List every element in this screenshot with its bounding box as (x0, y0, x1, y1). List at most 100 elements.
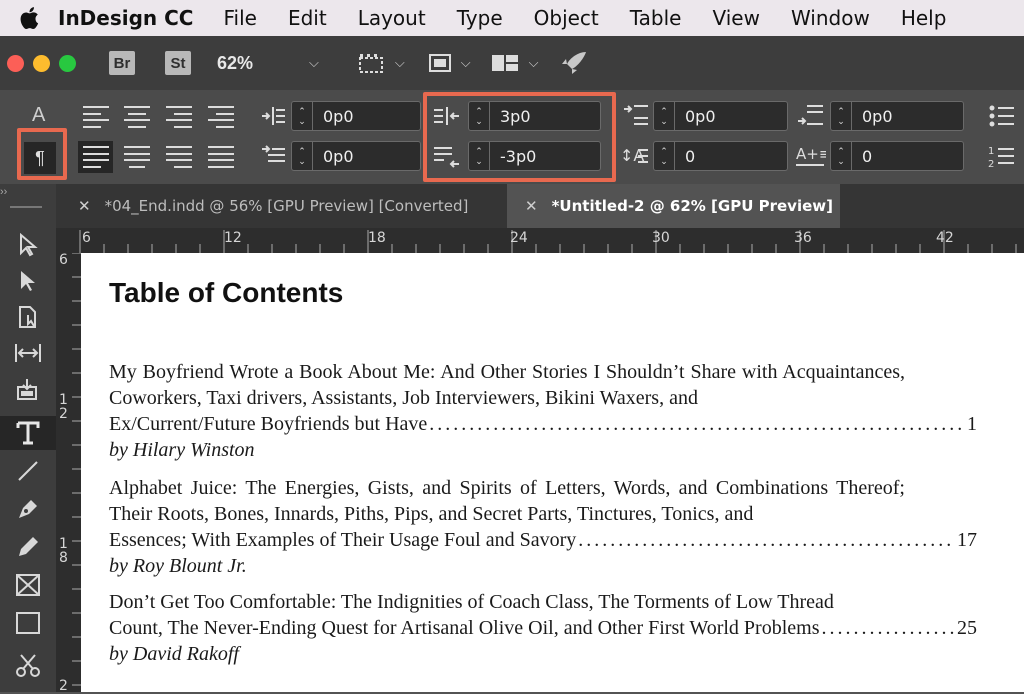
chevron-down-icon: ⌵ (528, 55, 539, 70)
ruler-mark: 6 (59, 252, 68, 268)
zoom-dropdown-icon[interactable]: ⌵ (309, 55, 319, 71)
document-page[interactable]: Table of Contents My Boyfriend Wrote a B… (81, 253, 1024, 692)
stepper-icon[interactable]: ⌃ ⌄ (831, 102, 852, 130)
content-collector-icon (17, 379, 37, 400)
numbered-list-icon[interactable]: 12 (988, 143, 1014, 169)
justify-center-button[interactable] (124, 146, 150, 168)
ruler-mark: 2 (59, 678, 68, 694)
direct-selection-arrow-icon (21, 271, 35, 291)
menu-bar: InDesign CC File Edit Layout Type Object… (0, 0, 1024, 36)
menu-view[interactable]: View (712, 6, 759, 30)
horizontal-ruler[interactable]: 6 12 18 24 30 36 42 (56, 228, 1024, 253)
direct-selection-tool[interactable] (0, 264, 56, 298)
bridge-button[interactable]: Br (109, 51, 135, 75)
menu-type[interactable]: Type (457, 6, 503, 30)
align-center-button[interactable] (124, 106, 150, 128)
svg-text:2: 2 (988, 159, 994, 169)
toc-entry[interactable]: My Boyfriend Wrote a Book About Me: And … (109, 359, 977, 463)
app-name-menu[interactable]: InDesign CC (58, 6, 193, 30)
collapse-panel-icon[interactable]: ›› (0, 186, 7, 198)
menu-file[interactable]: File (223, 6, 256, 30)
toc-author: by Roy Blount Jr. (109, 555, 247, 577)
justify-right-button[interactable] (166, 146, 192, 168)
type-tool[interactable] (0, 416, 56, 450)
toc-title: Table of Contents (109, 277, 344, 308)
ruler-ticks (79, 230, 1017, 253)
drop-cap-lines-field[interactable]: ⌃ ⌄ 0 (653, 141, 788, 171)
stock-button[interactable]: St (165, 51, 191, 75)
tools-panel: ›› (0, 184, 56, 692)
character-formatting-mode-button[interactable]: A (32, 104, 45, 127)
scissors-tool[interactable] (0, 648, 56, 682)
space-before-icon (624, 105, 648, 125)
gap-tool[interactable] (0, 336, 56, 370)
tab-04-end[interactable]: ✕ *04_End.indd @ 56% [GPU Preview] [Conv… (60, 184, 502, 228)
stepper-icon[interactable]: ⌃ ⌄ (654, 102, 675, 130)
toc-page-number: 1 (967, 413, 977, 435)
justify-all-button[interactable] (208, 146, 234, 168)
rectangle-tool[interactable] (0, 606, 56, 640)
bulleted-list-icon[interactable] (988, 104, 1014, 128)
drop-cap-characters-field[interactable]: ⌃ ⌄ 0 (830, 141, 964, 171)
toc-entry[interactable]: Don’t Get Too Comfortable: The Indigniti… (109, 589, 977, 667)
space-before-field[interactable]: ⌃ ⌄ 0p0 (653, 101, 788, 131)
publish-online-button[interactable] (560, 50, 588, 76)
close-icon[interactable]: ✕ (525, 197, 538, 215)
toc-entry-last-line: Count, The Never-Ending Quest for Artisa… (109, 615, 977, 641)
left-indent-icon (262, 107, 285, 125)
align-towards-spine-button[interactable] (208, 106, 234, 128)
screen-mode-icon (428, 54, 451, 72)
stepper-icon[interactable]: ⌃ ⌄ (292, 102, 313, 130)
scissors-icon (16, 654, 40, 677)
minimize-window-button[interactable] (33, 54, 50, 72)
stepper-icon[interactable]: ⌃ ⌄ (831, 142, 852, 170)
arrange-documents-button[interactable]: ⌵ (491, 53, 539, 73)
page-tool[interactable] (0, 300, 56, 334)
ruler-mark: 24 (510, 230, 528, 246)
zoom-level[interactable]: 62% (217, 53, 253, 74)
menu-edit[interactable]: Edit (288, 6, 327, 30)
menu-object[interactable]: Object (534, 6, 599, 30)
align-left-button[interactable] (83, 106, 109, 128)
close-window-button[interactable] (7, 54, 24, 72)
tab-untitled-2[interactable]: ✕ *Untitled-2 @ 62% [GPU Preview] (507, 184, 840, 228)
toc-entry-last-line: Ex/Current/Future Boyfriends but Have 1 (109, 411, 977, 437)
ruler-mark: 36 (794, 230, 812, 246)
left-indent-field[interactable]: ⌃ ⌄ 0p0 (291, 101, 421, 131)
screen-mode-button[interactable]: ⌵ (427, 52, 471, 74)
rectangle-frame-icon (16, 574, 40, 596)
apple-menu-icon[interactable] (0, 6, 58, 30)
first-line-indent-field[interactable]: ⌃ ⌄ 0p0 (291, 141, 421, 171)
vertical-ruler[interactable]: 6 1 2 1 8 2 (56, 252, 81, 694)
ruler-mark: 1 8 (59, 536, 68, 566)
menu-table[interactable]: Table (630, 6, 682, 30)
application-bar: Br St 62% ⌵ ⌵ ⌵ ⌵ (0, 36, 1024, 90)
menu-help[interactable]: Help (901, 6, 947, 30)
rocket-icon (562, 52, 587, 74)
content-collector-tool[interactable] (0, 372, 56, 406)
stepper-icon[interactable]: ⌃ ⌄ (654, 142, 675, 170)
toc-entry-last-text: Ex/Current/Future Boyfriends but Have (109, 413, 428, 435)
space-after-field[interactable]: ⌃ ⌄ 0p0 (830, 101, 964, 131)
align-right-button[interactable] (166, 106, 192, 128)
ruler-mark: 6 (82, 230, 91, 246)
menu-layout[interactable]: Layout (358, 6, 426, 30)
pencil-tool[interactable] (0, 530, 56, 564)
pen-tool[interactable] (0, 492, 56, 526)
maximize-window-button[interactable] (59, 54, 76, 72)
type-tool-icon (16, 421, 40, 445)
line-tool-icon (18, 461, 38, 481)
view-options-button[interactable]: ⌵ (357, 52, 405, 74)
ruler-ticks (72, 253, 81, 686)
indent-fields-highlight (423, 92, 616, 182)
toc-entry[interactable]: Alphabet Juice: The Energies, Gists, and… (109, 475, 977, 579)
ruler-mark: 42 (936, 230, 954, 246)
line-tool[interactable] (0, 454, 56, 488)
close-icon[interactable]: ✕ (78, 197, 91, 215)
rectangle-frame-tool[interactable] (0, 568, 56, 602)
toolbar-grip (10, 206, 42, 208)
selection-tool[interactable] (0, 228, 56, 262)
stepper-icon[interactable]: ⌃ ⌄ (292, 142, 313, 170)
menu-window[interactable]: Window (791, 6, 870, 30)
justify-left-button[interactable] (83, 146, 109, 168)
